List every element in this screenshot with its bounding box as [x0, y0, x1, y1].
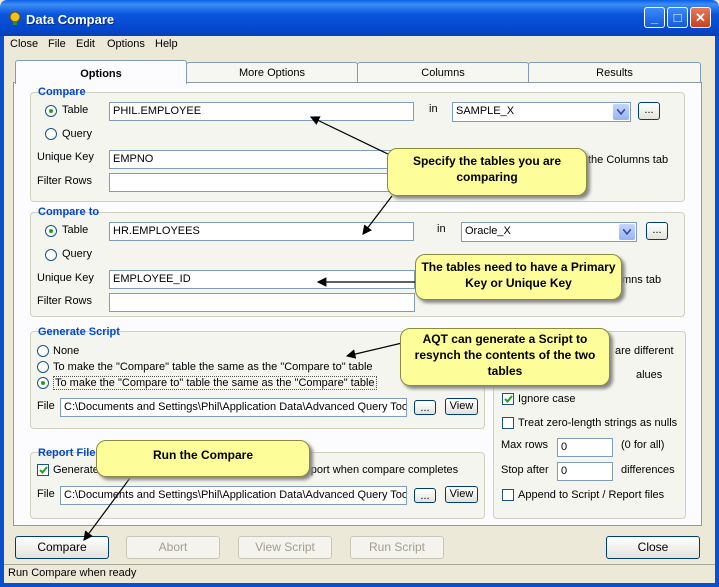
arrow-run [83, 477, 131, 541]
callout-specify-tables: Specify the tables you are comparing [387, 148, 587, 196]
arrow-specify-table [309, 116, 391, 156]
callout-script: AQT can generate a Script to resynch the… [400, 328, 610, 386]
callout-keys: The tables need to have a Primary Key or… [415, 254, 622, 300]
arrow-script [345, 342, 403, 359]
arrow-specify-compare-to [362, 195, 393, 235]
callout-run-compare: Run the Compare [96, 440, 310, 477]
